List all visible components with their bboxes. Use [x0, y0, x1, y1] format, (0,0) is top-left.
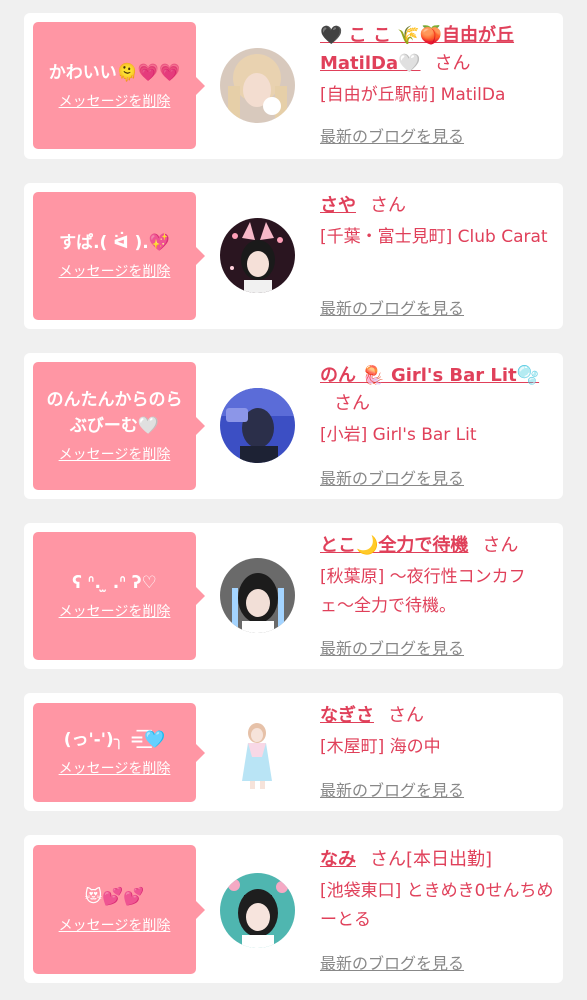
avatar[interactable]	[220, 873, 295, 948]
latest-blog-link[interactable]: 最新のブログを見る	[320, 950, 464, 974]
message-bubble: かわいい🫠💗💗 メッセージを削除	[33, 22, 205, 149]
shop-text: [自由が丘駅前] MatilDa	[320, 85, 506, 105]
message-text: 😻💕💕	[84, 886, 145, 907]
list-item: (っ'-')╮ =͟͟͞͞🩵 メッセージを削除 なぎさ さん [木屋町] 海の中 …	[24, 693, 563, 811]
avatar[interactable]	[220, 218, 295, 293]
avatar[interactable]	[220, 715, 295, 790]
delete-message-link[interactable]: メッセージを削除	[59, 445, 171, 465]
girl-photo-icon	[220, 48, 295, 123]
list-item: かわいい🫠💗💗 メッセージを削除 🖤 こ こ 🌾🍑自由が丘MatilDa🤍 さん …	[24, 13, 563, 159]
name-line: さや さん	[320, 192, 556, 220]
message-text: のんたんからのらぶびーむ🤍	[46, 390, 183, 436]
delete-message-link[interactable]: メッセージを削除	[59, 759, 171, 779]
name-line: なぎさ さん	[320, 702, 556, 730]
honorific: さん	[388, 705, 424, 726]
honorific: さん	[370, 849, 406, 870]
list-item: すぱ.( ᐛ ).💖 メッセージを削除 さや さん [千葉・富士見町] Club …	[24, 183, 563, 329]
girl-info: なぎさ さん [木屋町] 海の中	[320, 702, 556, 762]
shop-text: [池袋東口] ときめき0せんちめーとる	[320, 881, 554, 930]
name-line: 🖤 こ こ 🌾🍑自由が丘MatilDa🤍 さん	[320, 22, 556, 78]
delete-message-link[interactable]: メッセージを削除	[59, 602, 171, 622]
girl-name-link[interactable]: さや	[320, 195, 356, 216]
message-bubble: ʕ ᐢ. ̫ .ᐢ ʔ♡ メッセージを削除	[33, 532, 205, 660]
girl-photo-icon	[220, 388, 295, 463]
latest-blog-link[interactable]: 最新のブログを見る	[320, 465, 464, 489]
name-line: なみ さん[本日出勤]	[320, 846, 556, 874]
message-list: かわいい🫠💗💗 メッセージを削除 🖤 こ こ 🌾🍑自由が丘MatilDa🤍 さん …	[0, 0, 587, 1000]
girl-info: 🖤 こ こ 🌾🍑自由が丘MatilDa🤍 さん [自由が丘駅前] MatilDa	[320, 22, 556, 110]
girl-name-link[interactable]: 🖤 こ こ 🌾🍑自由が丘MatilDa🤍	[320, 25, 514, 74]
girl-photo-icon	[220, 873, 295, 948]
latest-blog-link[interactable]: 最新のブログを見る	[320, 777, 464, 801]
message-bubble: (っ'-')╮ =͟͟͞͞🩵 メッセージを削除	[33, 703, 205, 802]
message-bubble: 😻💕💕 メッセージを削除	[33, 845, 205, 974]
message-text: (っ'-')╮ =͟͟͞͞🩵	[63, 729, 166, 750]
honorific: さん	[482, 535, 519, 556]
latest-blog-link[interactable]: 最新のブログを見る	[320, 295, 464, 319]
girl-name-link[interactable]: なぎさ	[320, 705, 374, 726]
shop-text: [秋葉原] 〜夜行性コンカフェ〜全力で待機。	[320, 567, 526, 616]
message-text: すぱ.( ᐛ ).💖	[59, 233, 170, 253]
girl-photo-icon	[220, 558, 295, 633]
shop-text: [木屋町] 海の中	[320, 737, 441, 757]
delete-message-link[interactable]: メッセージを削除	[59, 916, 171, 936]
girl-photo-icon	[220, 218, 295, 293]
shop-text: [小岩] Girl's Bar Lit	[320, 425, 477, 445]
latest-blog-link[interactable]: 最新のブログを見る	[320, 635, 464, 659]
message-text: ʕ ᐢ. ̫ .ᐢ ʔ♡	[72, 573, 157, 593]
name-line: とこ🌙全力で待機 さん	[320, 532, 556, 560]
girl-photo-icon	[220, 715, 295, 790]
girl-name-link[interactable]: とこ🌙全力で待機	[320, 535, 468, 556]
shop-text: [千葉・富士見町] Club Carat	[320, 227, 548, 247]
honorific: さん	[370, 195, 406, 216]
honorific: さん	[334, 393, 370, 414]
girl-name-link[interactable]: なみ	[320, 849, 356, 870]
list-item: のんたんからのらぶびーむ🤍 メッセージを削除 のん 🪼 Girl's Bar L…	[24, 353, 563, 499]
message-bubble: のんたんからのらぶびーむ🤍 メッセージを削除	[33, 362, 205, 490]
delete-message-link[interactable]: メッセージを削除	[59, 262, 171, 282]
avatar[interactable]	[220, 558, 295, 633]
message-text: かわいい🫠💗💗	[48, 62, 181, 83]
girl-info: とこ🌙全力で待機 さん [秋葉原] 〜夜行性コンカフェ〜全力で待機。	[320, 532, 556, 621]
avatar[interactable]	[220, 388, 295, 463]
honorific: さん	[434, 53, 471, 74]
girl-info: さや さん [千葉・富士見町] Club Carat	[320, 192, 556, 252]
avatar[interactable]	[220, 48, 295, 123]
shift-status: [本日出勤]	[406, 849, 493, 870]
girl-name-link[interactable]: のん 🪼 Girl's Bar Lit🫧	[320, 365, 539, 386]
list-item: 😻💕💕 メッセージを削除 なみ さん[本日出勤] [池袋東口] ときめき0せんちめ…	[24, 835, 563, 983]
latest-blog-link[interactable]: 最新のブログを見る	[320, 123, 464, 147]
delete-message-link[interactable]: メッセージを削除	[59, 92, 171, 112]
list-item: ʕ ᐢ. ̫ .ᐢ ʔ♡ メッセージを削除 とこ🌙全力で待機 さん [秋葉原] 〜…	[24, 523, 563, 669]
girl-info: のん 🪼 Girl's Bar Lit🫧 さん [小岩] Girl's Bar L…	[320, 362, 556, 450]
girl-info: なみ さん[本日出勤] [池袋東口] ときめき0せんちめーとる	[320, 846, 556, 935]
name-line: のん 🪼 Girl's Bar Lit🫧 さん	[320, 362, 556, 418]
message-bubble: すぱ.( ᐛ ).💖 メッセージを削除	[33, 192, 205, 320]
